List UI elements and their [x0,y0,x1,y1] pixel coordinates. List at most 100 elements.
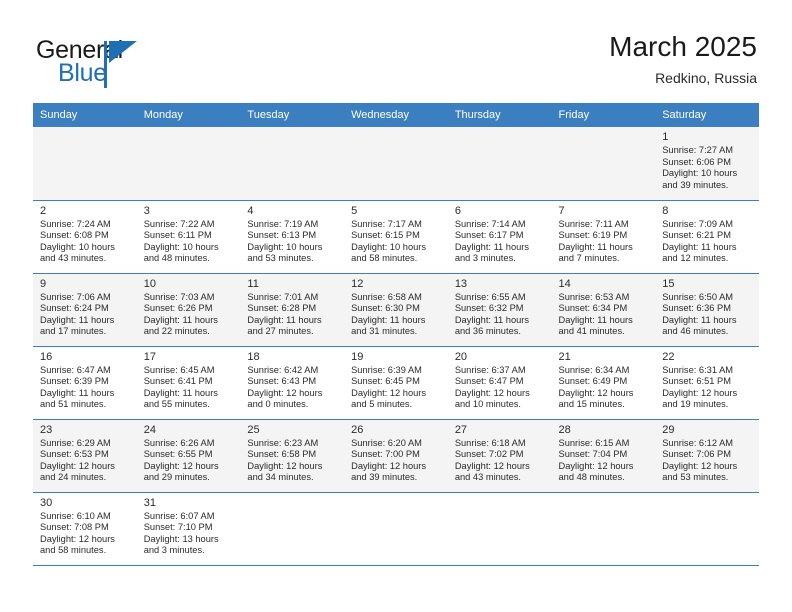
day-info-sunset: Sunset: 6:15 PM [351,230,420,241]
calendar-day-cell[interactable]: 29 Sunrise: 6:12 AM Sunset: 7:06 PM Dayligh… [655,419,759,493]
day-info-daylight1: Daylight: 10 hours [40,241,115,252]
calendar-day-cell[interactable]: 21 Sunrise: 6:34 AM Sunset: 6:49 PM Dayligh… [551,346,656,420]
day-cell-content: 13 Sunrise: 6:55 AM Sunset: 6:32 PM Dayligh… [448,274,552,346]
day-info-sunrise: Sunrise: 6:47 AM [40,364,111,375]
calendar-day-cell[interactable]: 1 Sunrise: 7:27 AM Sunset: 6:06 PM Daylight… [655,127,759,201]
day-info-sunrise: Sunrise: 7:01 AM [247,291,319,302]
calendar-day-cell[interactable]: 23 Sunrise: 6:29 AM Sunset: 6:53 PM Dayligh… [33,419,137,493]
calendar-day-cell[interactable]: 20 Sunrise: 6:37 AM Sunset: 6:47 PM Dayligh… [447,346,552,420]
day-info-daylight2: and 58 minutes. [351,253,418,264]
day-info-daylight2: and 48 minutes. [558,472,625,483]
day-info-sunset: Sunset: 6:58 PM [247,449,317,460]
calendar-day-cell[interactable]: 17 Sunrise: 6:45 AM Sunset: 6:41 PM Dayligh… [136,346,241,420]
day-info-daylight1: Daylight: 10 hours [662,168,738,179]
general-blue-logo[interactable]: General Blue [36,36,266,92]
calendar-day-cell[interactable]: 12 Sunrise: 6:58 AM Sunset: 6:30 PM Dayligh… [344,273,448,347]
day-info-daylight1: Daylight: 12 hours [40,533,115,544]
day-info-sunset: Sunset: 6:53 PM [40,449,109,460]
calendar-body: 1 Sunrise: 7:27 AM Sunset: 6:06 PM Daylight… [33,127,759,566]
day-cell-content: 24 Sunrise: 6:26 AM Sunset: 6:55 PM Dayligh… [137,420,241,492]
day-sun-info: Sunrise: 6:31 AM Sunset: 6:51 PM Daylight:… [662,365,753,411]
calendar-day-cell[interactable]: 6 Sunrise: 7:14 AM Sunset: 6:17 PM Daylight… [447,200,552,274]
calendar-day-cell[interactable]: 26 Sunrise: 6:20 AM Sunset: 7:00 PM Dayligh… [344,419,448,493]
day-info-daylight1: Daylight: 12 hours [351,387,427,398]
calendar-day-cell[interactable]: 5 Sunrise: 7:17 AM Sunset: 6:15 PM Daylight… [344,200,448,274]
day-info-daylight2: and 48 minutes. [143,253,210,264]
calendar-day-cell[interactable]: 2 Sunrise: 7:24 AM Sunset: 6:08 PM Daylight… [33,200,137,274]
calendar-day-cell[interactable]: 3 Sunrise: 7:22 AM Sunset: 6:11 PM Daylight… [136,200,241,274]
calendar-day-cell[interactable]: 24 Sunrise: 6:26 AM Sunset: 6:55 PM Dayligh… [136,419,241,493]
calendar-day-cell[interactable]: 22 Sunrise: 6:31 AM Sunset: 6:51 PM Dayligh… [655,346,759,420]
calendar-week-row: 30 Sunrise: 6:10 AM Sunset: 7:08 PM Dayligh… [33,492,759,566]
day-info-sunrise: Sunrise: 7:03 AM [143,291,215,302]
day-sun-info: Sunrise: 7:27 AM Sunset: 6:06 PM Daylight:… [662,145,753,191]
calendar-week-row: 2 Sunrise: 7:24 AM Sunset: 6:08 PM Daylight… [33,200,759,274]
day-info-daylight1: Daylight: 11 hours [40,314,115,325]
day-sun-info: Sunrise: 7:01 AM Sunset: 6:28 PM Daylight:… [247,292,338,338]
day-number: 21 [558,350,571,363]
day-number: 15 [662,277,675,290]
day-info-sunrise: Sunrise: 7:06 AM [40,291,111,302]
calendar-day-cell[interactable]: 14 Sunrise: 6:53 AM Sunset: 6:34 PM Dayligh… [551,273,656,347]
day-info-daylight2: and 55 minutes. [143,399,210,410]
page-subtitle: Redkino, Russia [655,70,757,86]
day-number: 14 [558,277,571,290]
day-cell-content: 20 Sunrise: 6:37 AM Sunset: 6:47 PM Dayligh… [448,347,552,419]
calendar-cell-empty [240,492,345,566]
day-info-sunset: Sunset: 6:30 PM [351,303,420,314]
calendar-day-cell[interactable]: 16 Sunrise: 6:47 AM Sunset: 6:39 PM Dayligh… [33,346,137,420]
day-number: 9 [40,277,47,290]
day-info-daylight1: Daylight: 10 hours [351,241,427,252]
calendar-day-cell[interactable]: 28 Sunrise: 6:15 AM Sunset: 7:04 PM Dayligh… [551,419,656,493]
day-info-sunset: Sunset: 6:06 PM [662,156,731,167]
calendar-day-cell[interactable]: 18 Sunrise: 6:42 AM Sunset: 6:43 PM Dayligh… [240,346,345,420]
page-header: General Blue March 2025 Redkino, Russia [0,0,792,103]
day-info-daylight2: and 46 minutes. [662,326,729,337]
day-info-sunset: Sunset: 6:34 PM [558,303,628,314]
day-info-daylight1: Daylight: 12 hours [454,460,530,471]
day-info-sunrise: Sunrise: 7:19 AM [247,218,319,229]
calendar-day-cell[interactable]: 9 Sunrise: 7:06 AM Sunset: 6:24 PM Daylight… [33,273,137,347]
day-sun-info: Sunrise: 6:42 AM Sunset: 6:43 PM Daylight:… [247,365,338,411]
day-cell-content: 3 Sunrise: 7:22 AM Sunset: 6:11 PM Daylight… [137,201,241,273]
day-sun-info: Sunrise: 7:09 AM Sunset: 6:21 PM Daylight:… [662,219,753,265]
calendar-day-cell[interactable]: 25 Sunrise: 6:23 AM Sunset: 6:58 PM Dayligh… [240,419,345,493]
day-info-daylight2: and 51 minutes. [40,399,107,410]
day-info-sunset: Sunset: 6:45 PM [351,376,420,387]
calendar-day-cell[interactable]: 31 Sunrise: 6:07 AM Sunset: 7:10 PM Dayligh… [136,492,241,566]
calendar-day-cell[interactable]: 11 Sunrise: 7:01 AM Sunset: 6:28 PM Dayligh… [240,273,345,347]
day-info-sunrise: Sunrise: 6:53 AM [558,291,630,302]
day-cell-content: 29 Sunrise: 6:12 AM Sunset: 7:06 PM Dayligh… [655,420,759,492]
calendar-day-cell[interactable]: 30 Sunrise: 6:10 AM Sunset: 7:08 PM Dayligh… [33,492,137,566]
day-sun-info: Sunrise: 6:39 AM Sunset: 6:45 PM Daylight:… [351,365,442,411]
day-info-daylight2: and 17 minutes. [40,326,107,337]
page-title: March 2025 [609,31,757,62]
calendar-day-cell[interactable]: 4 Sunrise: 7:19 AM Sunset: 6:13 PM Daylight… [240,200,345,274]
day-sun-info: Sunrise: 7:11 AM Sunset: 6:19 PM Daylight:… [559,219,650,265]
calendar-day-cell[interactable]: 10 Sunrise: 7:03 AM Sunset: 6:26 PM Dayligh… [136,273,241,347]
weekday-header-row: Sunday Monday Tuesday Wednesday Thursday… [33,103,759,127]
day-info-daylight1: Daylight: 10 hours [247,241,323,252]
day-info-daylight1: Daylight: 11 hours [558,314,633,325]
calendar-day-cell[interactable]: 7 Sunrise: 7:11 AM Sunset: 6:19 PM Daylight… [551,200,656,274]
day-info-daylight2: and 3 minutes. [143,545,205,556]
day-info-daylight1: Daylight: 12 hours [454,387,530,398]
day-info-daylight2: and 24 minutes. [40,472,107,483]
day-info-sunset: Sunset: 7:06 PM [662,449,731,460]
calendar-day-cell[interactable]: 19 Sunrise: 6:39 AM Sunset: 6:45 PM Dayligh… [344,346,448,420]
day-cell-content: 28 Sunrise: 6:15 AM Sunset: 7:04 PM Dayligh… [552,420,656,492]
day-number: 5 [351,204,358,217]
calendar-day-cell[interactable]: 13 Sunrise: 6:55 AM Sunset: 6:32 PM Dayligh… [447,273,552,347]
calendar-day-cell[interactable]: 15 Sunrise: 6:50 AM Sunset: 6:36 PM Dayligh… [655,273,759,347]
day-info-daylight1: Daylight: 11 hours [247,314,322,325]
day-info-sunrise: Sunrise: 6:20 AM [351,437,422,448]
day-info-daylight2: and 41 minutes. [558,326,625,337]
day-info-daylight2: and 0 minutes. [247,399,309,410]
calendar-day-cell[interactable]: 27 Sunrise: 6:18 AM Sunset: 7:02 PM Dayligh… [447,419,552,493]
day-sun-info: Sunrise: 6:29 AM Sunset: 6:53 PM Daylight:… [40,438,131,484]
day-number: 11 [247,277,259,290]
day-info-sunset: Sunset: 6:08 PM [40,230,109,241]
calendar-week-row: 23 Sunrise: 6:29 AM Sunset: 6:53 PM Dayligh… [33,419,759,493]
title-block: March 2025 Redkino, Russia [609,30,757,87]
calendar-day-cell[interactable]: 8 Sunrise: 7:09 AM Sunset: 6:21 PM Daylight… [655,200,759,274]
